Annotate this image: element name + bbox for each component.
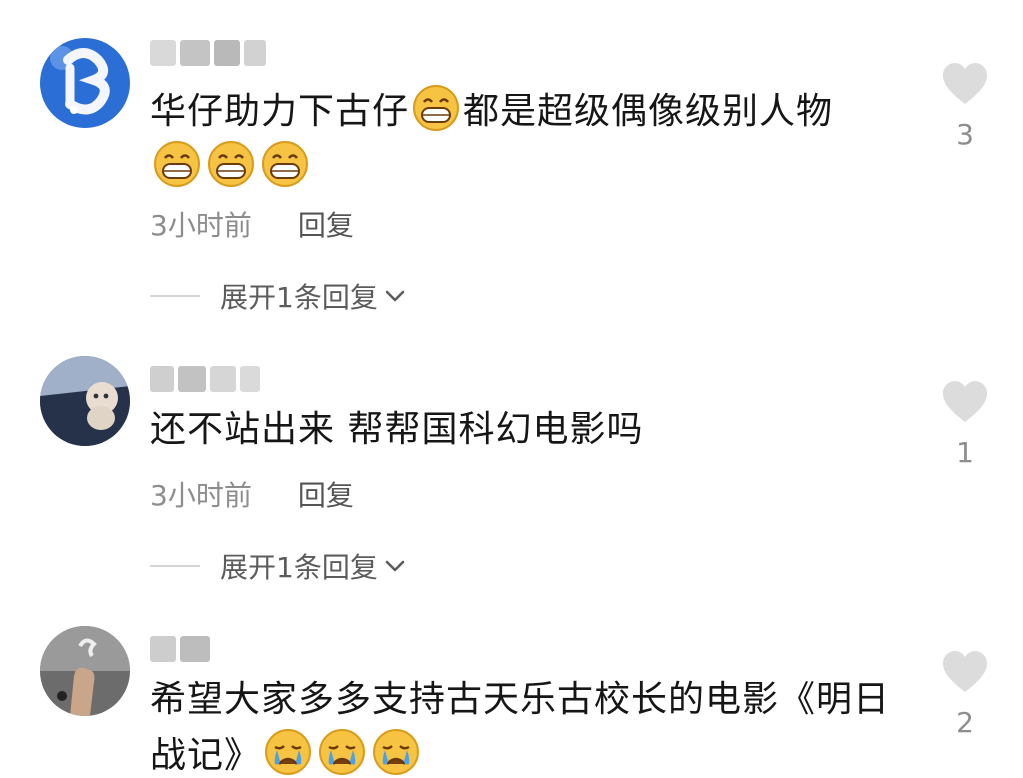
comment-meta: 3小时前 回复 xyxy=(150,204,354,244)
comment-time: 3小时前 xyxy=(150,209,252,242)
comment-text-part: 都是超级偶像级别人物 xyxy=(463,91,834,132)
like-count: 3 xyxy=(956,118,974,151)
comment-text-line: 希望大家多多支持古天乐古校长的电影《明日 xyxy=(150,679,891,720)
heart-icon xyxy=(943,63,987,104)
crying-emoji xyxy=(264,728,312,776)
username-blurred[interactable] xyxy=(150,634,210,664)
expand-replies-label: 展开1条回复 xyxy=(220,281,378,314)
username-blurred[interactable] xyxy=(150,364,260,394)
chevron-down-icon xyxy=(385,290,405,302)
avatar[interactable] xyxy=(40,38,130,128)
grin-emoji xyxy=(412,84,460,132)
reply-button[interactable]: 回复 xyxy=(298,474,354,514)
avatar[interactable] xyxy=(40,356,130,446)
heart-icon xyxy=(943,651,987,692)
like-count: 1 xyxy=(956,436,974,469)
comment-text: 还不站出来 帮帮国科幻电影吗 xyxy=(150,409,644,450)
avatar[interactable] xyxy=(40,626,130,716)
grin-emoji xyxy=(261,140,309,188)
expand-replies-button[interactable]: 展开1条回复 xyxy=(150,546,408,586)
crying-emoji xyxy=(318,728,366,776)
like-count: 2 xyxy=(956,706,974,739)
comment-text: 华仔助力下古仔 都是超级偶像级别人物 xyxy=(150,84,920,196)
comment-text-line: 战记》 xyxy=(150,735,262,776)
username-blurred[interactable] xyxy=(150,38,266,68)
comment-time: 3小时前 xyxy=(150,479,252,512)
expand-replies-label: 展开1条回复 xyxy=(220,551,378,584)
grin-emoji xyxy=(207,140,255,188)
chevron-down-icon xyxy=(385,560,405,572)
comment-text: 希望大家多多支持古天乐古校长的电影《明日 战记》 xyxy=(150,672,920,778)
comment-text-part: 华仔助力下古仔 xyxy=(150,91,410,132)
like-button[interactable]: 2 xyxy=(938,650,992,739)
crying-emoji xyxy=(372,728,420,776)
like-button[interactable]: 1 xyxy=(938,380,992,469)
reply-button[interactable]: 回复 xyxy=(298,204,354,244)
heart-icon xyxy=(943,381,987,422)
divider-line xyxy=(150,565,200,567)
comment-meta: 3小时前 回复 xyxy=(150,474,354,514)
like-button[interactable]: 3 xyxy=(938,62,992,151)
grin-emoji xyxy=(153,140,201,188)
expand-replies-button[interactable]: 展开1条回复 xyxy=(150,276,408,316)
divider-line xyxy=(150,295,200,297)
